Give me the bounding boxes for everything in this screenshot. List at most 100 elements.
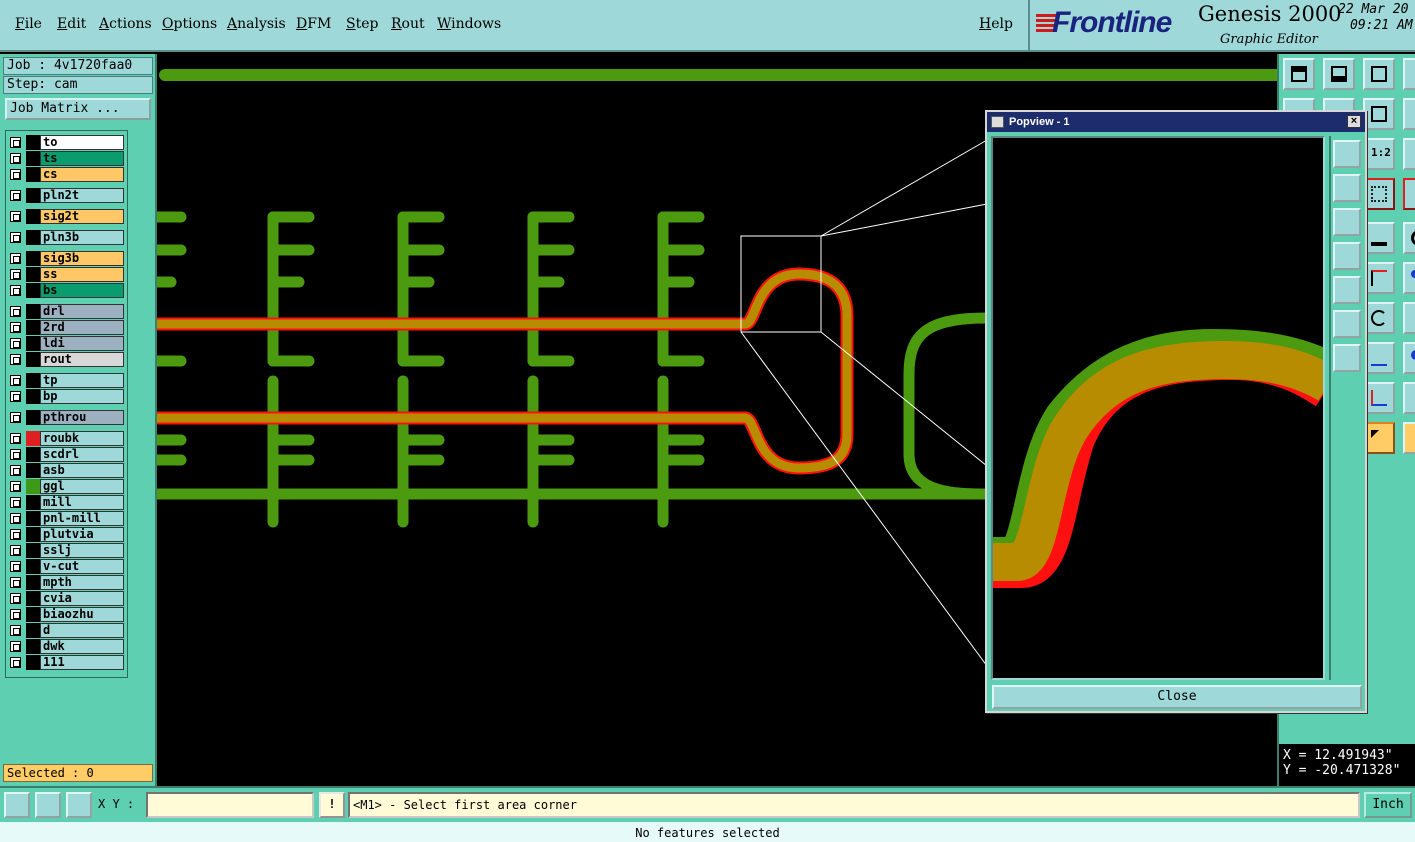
move-icon[interactable] — [1403, 302, 1415, 334]
layer-row[interactable]: bp — [6, 389, 128, 404]
layer-row[interactable]: bs — [6, 283, 128, 298]
layer-name[interactable]: bs — [40, 283, 124, 298]
pan-right-icon[interactable] — [1333, 276, 1361, 304]
pointer-icon[interactable] — [1363, 422, 1395, 454]
layer-color-swatch[interactable] — [26, 463, 40, 478]
layer-name[interactable]: ts — [40, 151, 124, 166]
layer-color-swatch[interactable] — [26, 623, 40, 638]
save-icon[interactable] — [1323, 58, 1355, 90]
layer-name[interactable]: ldi — [40, 336, 124, 351]
layer-checkbox[interactable] — [10, 529, 21, 540]
layer-checkbox[interactable] — [10, 153, 21, 164]
connect-icon[interactable] — [1403, 178, 1415, 210]
layer-color-swatch[interactable] — [26, 167, 40, 182]
layer-row[interactable]: 111 — [6, 655, 128, 670]
job-matrix-button[interactable]: Job Matrix ... — [5, 98, 151, 120]
layer-name[interactable]: tp — [40, 373, 124, 388]
layer-color-swatch[interactable] — [26, 655, 40, 670]
layer-color-swatch[interactable] — [26, 267, 40, 282]
angle-icon[interactable] — [1363, 382, 1395, 414]
layer-row[interactable]: ggl — [6, 479, 128, 494]
close-icon[interactable]: × — [1347, 115, 1361, 128]
rotate-icon[interactable] — [1363, 302, 1395, 334]
layer-color-swatch[interactable] — [26, 320, 40, 335]
menu-edit[interactable]: Edit — [57, 16, 86, 32]
point-icon[interactable] — [1403, 262, 1415, 294]
layer-checkbox[interactable] — [10, 412, 21, 423]
menu-actions[interactable]: Actions — [99, 16, 152, 32]
layer-name[interactable]: ggl — [40, 479, 124, 494]
layer-checkbox[interactable] — [10, 545, 21, 556]
layer-name[interactable]: pln2t — [40, 188, 124, 203]
layer-name[interactable]: roubk — [40, 431, 124, 446]
layer-name[interactable]: pthrou — [40, 410, 124, 425]
layer-row[interactable]: cvia — [6, 591, 128, 606]
menu-help[interactable]: Help — [979, 16, 1013, 32]
layer-row[interactable]: v-cut — [6, 559, 128, 574]
layer-checkbox[interactable] — [10, 449, 21, 460]
layer-row[interactable]: sig2t — [6, 209, 128, 224]
layer-name[interactable]: pnl-mill — [40, 511, 124, 526]
layer-color-swatch[interactable] — [26, 283, 40, 298]
layer-name[interactable]: rout — [40, 352, 124, 367]
measure-icon[interactable] — [1363, 342, 1395, 374]
layer-checkbox[interactable] — [10, 433, 21, 444]
layer-checkbox[interactable] — [10, 322, 21, 333]
ruler-icon[interactable] — [1363, 222, 1395, 254]
layer-color-swatch[interactable] — [26, 151, 40, 166]
fit-icon[interactable] — [1333, 310, 1361, 338]
home-icon[interactable] — [1363, 58, 1395, 90]
layer-name[interactable]: to — [40, 135, 124, 150]
layer-checkbox[interactable] — [10, 354, 21, 365]
menu-file[interactable]: File — [15, 16, 42, 32]
layer-name[interactable]: mpth — [40, 575, 124, 590]
layer-color-swatch[interactable] — [26, 543, 40, 558]
zoom-box-icon[interactable] — [1333, 140, 1361, 168]
layer-checkbox[interactable] — [10, 211, 21, 222]
layer-name[interactable]: 2rd — [40, 320, 124, 335]
layer-row[interactable]: pthrou — [6, 410, 128, 425]
layer-row[interactable]: tp — [6, 373, 128, 388]
layer-color-swatch[interactable] — [26, 495, 40, 510]
layer-checkbox[interactable] — [10, 375, 21, 386]
layer-row[interactable]: to — [6, 135, 128, 150]
probe-icon[interactable] — [1403, 422, 1415, 454]
layer-row[interactable]: sslj — [6, 543, 128, 558]
layer-name[interactable]: mill — [40, 495, 124, 510]
layer-name[interactable]: 111 — [40, 655, 124, 670]
layer-color-swatch[interactable] — [26, 209, 40, 224]
layer-checkbox[interactable] — [10, 306, 21, 317]
layer-name[interactable]: plutvia — [40, 527, 124, 542]
layer-row[interactable]: biaozhu — [6, 607, 128, 622]
popview-close-button[interactable]: Close — [992, 685, 1362, 709]
layer-row[interactable]: pln2t — [6, 188, 128, 203]
zoom-fit-icon[interactable] — [35, 792, 61, 818]
layer-row[interactable]: pnl-mill — [6, 511, 128, 526]
layer-row[interactable]: dwk — [6, 639, 128, 654]
layer-row[interactable]: roubk — [6, 431, 128, 446]
layer-color-swatch[interactable] — [26, 251, 40, 266]
menu-options[interactable]: Options — [162, 16, 217, 32]
layer-color-swatch[interactable] — [26, 511, 40, 526]
layer-color-swatch[interactable] — [26, 230, 40, 245]
layer-checkbox[interactable] — [10, 577, 21, 588]
layer-checkbox[interactable] — [10, 481, 21, 492]
layer-name[interactable]: cs — [40, 167, 124, 182]
window-menu-icon[interactable] — [991, 116, 1004, 128]
load-icon[interactable] — [1283, 58, 1315, 90]
layer-checkbox[interactable] — [10, 190, 21, 201]
layer-color-swatch[interactable] — [26, 389, 40, 404]
unit-toggle-button[interactable]: Inch — [1364, 792, 1412, 818]
layer-checkbox[interactable] — [10, 561, 21, 572]
layer-row[interactable]: plutvia — [6, 527, 128, 542]
layer-checkbox[interactable] — [10, 338, 21, 349]
pan-left-icon[interactable] — [1333, 242, 1361, 270]
layer-color-swatch[interactable] — [26, 352, 40, 367]
layer-color-swatch[interactable] — [26, 527, 40, 542]
layer-checkbox[interactable] — [10, 625, 21, 636]
layer-row[interactable]: d — [6, 623, 128, 638]
warning-icon[interactable]: ! — [319, 792, 345, 818]
layer-checkbox[interactable] — [10, 641, 21, 652]
layer-checkbox[interactable] — [10, 285, 21, 296]
layer-name[interactable]: biaozhu — [40, 607, 124, 622]
